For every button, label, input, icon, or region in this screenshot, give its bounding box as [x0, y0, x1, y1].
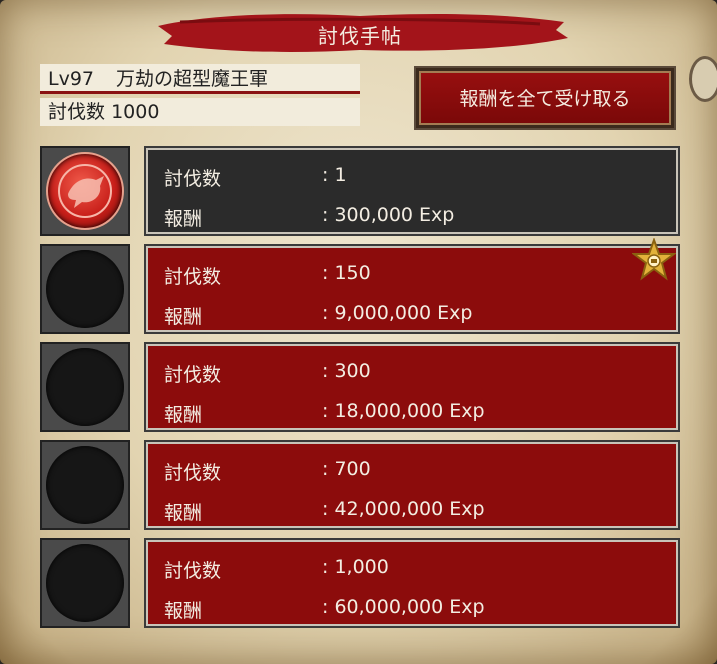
reward-row[interactable]: 討伐数 : 150 報酬 : 9,000,000 Exp — [40, 244, 680, 334]
reward-row-body: 討伐数 : 700 報酬 : 42,000,000 Exp — [144, 440, 680, 530]
reward-value: : 9,000,000 Exp — [322, 302, 473, 324]
medal-slot — [40, 538, 130, 628]
reward-label: 報酬 — [164, 208, 203, 230]
kills-label: 討伐数 — [164, 364, 222, 386]
reward-row[interactable]: 討伐数 : 300 報酬 : 18,000,000 Exp — [40, 342, 680, 432]
reward-row[interactable]: 討伐数 : 1 報酬 : 300,000 Exp — [40, 146, 680, 236]
reward-row-body: 討伐数 : 150 報酬 : 9,000,000 Exp — [144, 244, 680, 334]
medal-slot — [40, 146, 130, 236]
page-title: 討伐手帖 — [318, 24, 402, 48]
boss-name: 万劫の超型魔王軍 — [116, 68, 269, 90]
reward-row[interactable]: 討伐数 : 700 報酬 : 42,000,000 Exp — [40, 440, 680, 530]
kills-value: : 1,000 — [322, 556, 389, 578]
kills-label: 討伐数 — [164, 266, 222, 288]
medal-slot — [40, 342, 130, 432]
reward-label: 報酬 — [164, 404, 203, 426]
kills-value: : 1 — [322, 164, 347, 186]
title-banner: 討伐手帖 — [150, 8, 570, 58]
empty-medal-icon — [46, 348, 124, 426]
empty-medal-icon — [46, 250, 124, 328]
reward-label: 報酬 — [164, 600, 203, 622]
reward-label: 報酬 — [164, 502, 203, 524]
claim-all-button[interactable]: 報酬を全て受け取る — [414, 66, 676, 130]
reward-row-body: 討伐数 : 300 報酬 : 18,000,000 Exp — [144, 342, 680, 432]
medal-slot — [40, 244, 130, 334]
panel-corner-ornament — [689, 56, 717, 102]
boss-info: Lv97 万劫の超型魔王軍 討伐数 1000 — [40, 64, 360, 126]
empty-medal-icon — [46, 544, 124, 622]
empty-medal-icon — [46, 446, 124, 524]
red-seal-medal-icon — [46, 152, 124, 230]
kills-label: 討伐数 — [164, 462, 222, 484]
reward-value: : 60,000,000 Exp — [322, 596, 485, 618]
reward-value: : 42,000,000 Exp — [322, 498, 485, 520]
boss-level: Lv97 — [48, 68, 95, 90]
kills-value: : 300 — [322, 360, 371, 382]
kills-value: : 700 — [322, 458, 371, 480]
reward-value: : 18,000,000 Exp — [322, 400, 485, 422]
medal-slot — [40, 440, 130, 530]
boss-kill-count: 討伐数 1000 — [40, 98, 360, 126]
kills-label: 討伐数 — [164, 560, 222, 582]
gold-star-badge-icon[interactable] — [632, 238, 676, 282]
quest-log-panel: 討伐手帖 Lv97 万劫の超型魔王軍 討伐数 1000 報酬を全て受け取る 討伐数 — [0, 0, 717, 664]
kills-value: 1000 — [111, 101, 160, 123]
kills-value: : 150 — [322, 262, 371, 284]
reward-row[interactable]: 討伐数 : 1,000 報酬 : 60,000,000 Exp — [40, 538, 680, 628]
reward-row-body: 討伐数 : 1 報酬 : 300,000 Exp — [144, 146, 680, 236]
reward-label: 報酬 — [164, 306, 203, 328]
boss-title: Lv97 万劫の超型魔王軍 — [40, 64, 360, 94]
kills-label: 討伐数 — [48, 101, 106, 123]
reward-value: : 300,000 Exp — [322, 204, 455, 226]
reward-row-body: 討伐数 : 1,000 報酬 : 60,000,000 Exp — [144, 538, 680, 628]
kills-label: 討伐数 — [164, 168, 222, 190]
